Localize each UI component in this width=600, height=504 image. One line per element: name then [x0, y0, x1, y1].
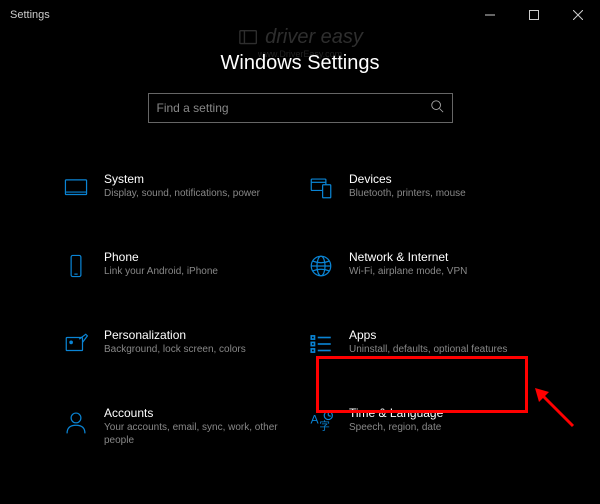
tile-phone[interactable]: Phone Link your Android, iPhone — [60, 246, 295, 284]
tile-title: Time & Language — [349, 406, 538, 420]
tile-time-language[interactable]: A字 Time & Language Speech, region, date — [305, 402, 540, 451]
tile-devices[interactable]: Devices Bluetooth, printers, mouse — [305, 168, 540, 206]
tile-title: Accounts — [104, 406, 293, 420]
tile-text: Time & Language Speech, region, date — [349, 406, 538, 434]
tile-desc: Display, sound, notifications, power — [104, 187, 293, 200]
tile-desc: Background, lock screen, colors — [104, 343, 293, 356]
tile-personalization[interactable]: Personalization Background, lock screen,… — [60, 324, 295, 362]
tile-text: Phone Link your Android, iPhone — [104, 250, 293, 278]
tile-system[interactable]: System Display, sound, notifications, po… — [60, 168, 295, 206]
tile-desc: Uninstall, defaults, optional features — [349, 343, 538, 356]
tile-desc: Speech, region, date — [349, 421, 538, 434]
tile-desc: Bluetooth, printers, mouse — [349, 187, 538, 200]
close-icon — [573, 10, 583, 20]
svg-text:字: 字 — [319, 419, 330, 432]
tile-desc: Link your Android, iPhone — [104, 265, 293, 278]
tile-text: Network & Internet Wi-Fi, airplane mode,… — [349, 250, 538, 278]
settings-grid: System Display, sound, notifications, po… — [0, 168, 600, 451]
tile-desc: Wi-Fi, airplane mode, VPN — [349, 265, 538, 278]
tile-text: System Display, sound, notifications, po… — [104, 172, 293, 200]
time-language-icon: A字 — [307, 408, 335, 436]
search-icon — [430, 99, 444, 118]
titlebar: Settings — [0, 0, 600, 30]
tile-title: Personalization — [104, 328, 293, 342]
page-title: Windows Settings — [0, 52, 600, 75]
accounts-icon — [62, 408, 90, 436]
apps-icon — [307, 330, 335, 358]
tile-title: Network & Internet — [349, 250, 538, 264]
tile-title: Apps — [349, 328, 538, 342]
close-button[interactable] — [556, 0, 600, 30]
tile-text: Apps Uninstall, defaults, optional featu… — [349, 328, 538, 356]
tile-text: Personalization Background, lock screen,… — [104, 328, 293, 356]
minimize-button[interactable] — [468, 0, 512, 30]
window-controls — [468, 0, 600, 30]
search-box[interactable] — [148, 93, 453, 123]
maximize-icon — [529, 10, 539, 20]
tile-accounts[interactable]: Accounts Your accounts, email, sync, wor… — [60, 402, 295, 451]
personalization-icon — [62, 330, 90, 358]
maximize-button[interactable] — [512, 0, 556, 30]
minimize-icon — [485, 10, 495, 20]
tile-title: Phone — [104, 250, 293, 264]
tile-title: Devices — [349, 172, 538, 186]
svg-text:A: A — [310, 413, 319, 427]
devices-icon — [307, 174, 335, 202]
search-input[interactable] — [157, 101, 430, 115]
globe-icon — [307, 252, 335, 280]
phone-icon — [62, 252, 90, 280]
tile-text: Devices Bluetooth, printers, mouse — [349, 172, 538, 200]
tile-apps[interactable]: Apps Uninstall, defaults, optional featu… — [305, 324, 540, 362]
window-title: Settings — [10, 9, 50, 21]
tile-text: Accounts Your accounts, email, sync, wor… — [104, 406, 293, 447]
tile-desc: Your accounts, email, sync, work, other … — [104, 421, 293, 447]
tile-network[interactable]: Network & Internet Wi-Fi, airplane mode,… — [305, 246, 540, 284]
system-icon — [62, 174, 90, 202]
tile-title: System — [104, 172, 293, 186]
